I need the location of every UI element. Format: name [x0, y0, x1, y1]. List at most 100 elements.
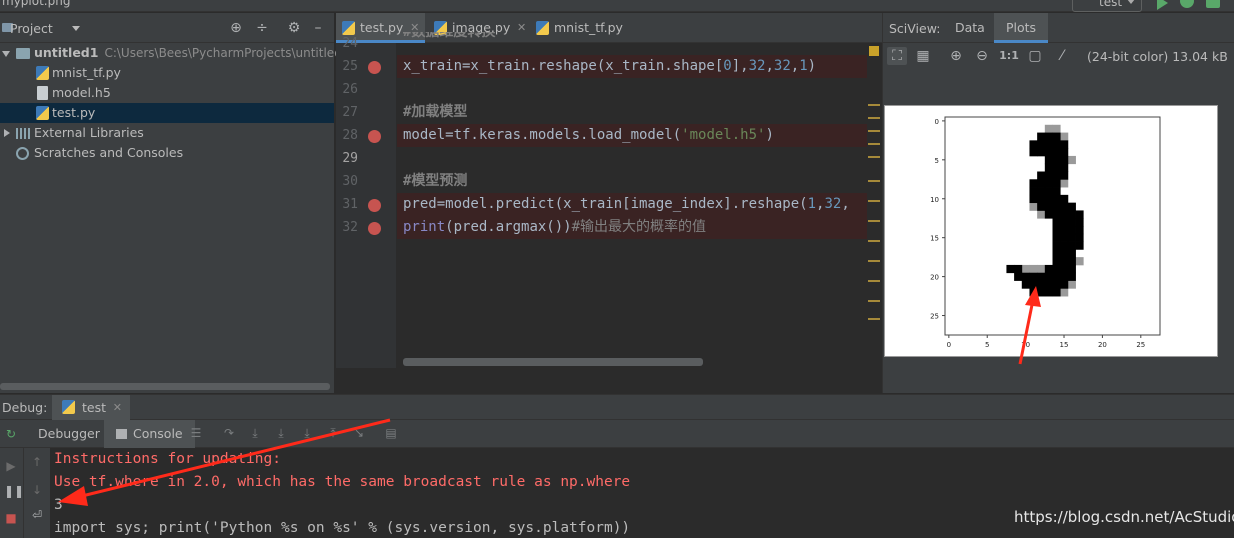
project-horizontal-scrollbar[interactable] [0, 383, 330, 390]
marker-stripe[interactable] [868, 240, 880, 242]
line-number: 26 [342, 82, 358, 97]
code-text: pred=model.predict(x_train[image_index].… [403, 196, 850, 212]
breakpoint-icon[interactable] [368, 199, 381, 212]
tree-item-label: External Libraries [34, 125, 144, 140]
close-icon[interactable]: ✕ [113, 395, 122, 421]
tree-item-test-py[interactable]: test.py [0, 103, 334, 123]
step-into-my-code-icon[interactable]: ⤓ [274, 426, 288, 440]
tree-item-label: model.h5 [52, 85, 111, 100]
expand-arrow-icon[interactable] [4, 129, 10, 137]
chevron-down-icon [1127, 0, 1135, 4]
color-picker-icon[interactable]: ⁄ [1052, 47, 1072, 65]
marker-stripe[interactable] [868, 200, 880, 202]
run-to-cursor-icon[interactable]: ↘ [352, 426, 366, 440]
pause-icon[interactable]: ❚❚ [4, 484, 24, 498]
coverage-icon[interactable] [1206, 0, 1220, 8]
tree-item-untitled1[interactable]: untitled1 C:\Users\Bees\PycharmProjects\u… [0, 43, 349, 63]
chevron-down-icon[interactable] [72, 26, 80, 31]
hide-icon[interactable]: – [310, 20, 326, 36]
run-icon[interactable] [1157, 0, 1168, 10]
tree-item-label: Scratches and Consoles [34, 145, 184, 160]
grid-icon[interactable]: ▦ [913, 47, 933, 65]
breakpoint-icon[interactable] [368, 222, 381, 235]
layout-icon[interactable]: ☰ [189, 426, 203, 440]
y-tick-label: 25 [930, 313, 939, 321]
digit-plot: 0 5 10 15 20 25 0 5 10 15 20 25 [930, 116, 1161, 349]
tree-item-label: mnist_tf.py [52, 65, 121, 80]
tree-item-external-libraries[interactable]: External Libraries [0, 123, 334, 143]
up-arrow-icon[interactable]: ↑ [30, 455, 44, 469]
breakpoint-icon[interactable] [368, 130, 381, 143]
tab-label: Plots [1006, 20, 1037, 35]
background-icon[interactable]: ▢ [1025, 47, 1045, 65]
plot-image[interactable]: 0 5 10 15 20 25 0 5 10 15 20 25 [884, 105, 1218, 357]
collapse-all-icon[interactable]: ÷ [254, 20, 270, 36]
y-tick-label: 20 [930, 274, 939, 282]
stop-icon[interactable]: ■ [4, 511, 18, 525]
step-out-icon[interactable]: ⤒ [326, 426, 340, 440]
tab-data[interactable]: Data [943, 13, 997, 43]
marker-stripe[interactable] [868, 104, 880, 106]
breakpoint-icon[interactable] [368, 61, 381, 74]
marker-stripe[interactable] [868, 280, 880, 282]
editor-bottom-area [334, 368, 882, 393]
project-panel-header: Project ⊕ ÷ ⚙ – [0, 13, 334, 43]
step-into-icon[interactable]: ⤓ [248, 426, 262, 440]
debug-tool-window-bar: Debug: test ✕ [0, 394, 1234, 421]
line-number: 24 [342, 36, 358, 51]
down-arrow-icon[interactable]: ↓ [30, 483, 44, 497]
project-view-selector[interactable]: Project [10, 21, 53, 36]
zoom-in-icon[interactable]: ⊕ [946, 47, 966, 65]
marker-stripe[interactable] [868, 260, 880, 262]
marker-stripe[interactable] [868, 143, 880, 145]
code-line: #加载模型 [397, 101, 867, 124]
editor-horizontal-scrollbar[interactable] [403, 358, 703, 366]
zoom-out-icon[interactable]: ⊖ [972, 47, 992, 65]
python-file-icon [62, 400, 75, 414]
force-step-into-icon[interactable]: ⤓ [300, 426, 314, 440]
console-line: Instructions for updating: [54, 451, 281, 467]
locate-icon[interactable]: ⊕ [228, 20, 244, 36]
marker-stripe[interactable] [868, 117, 880, 119]
code-line: model=tf.keras.models.load_model('model.… [397, 124, 867, 147]
marker-stripe[interactable] [868, 318, 880, 320]
marker-stripe[interactable] [868, 180, 880, 182]
tab-debugger[interactable]: Debugger [26, 420, 112, 448]
marker-stripe[interactable] [868, 156, 880, 158]
line-number: 30 [342, 174, 358, 189]
fit-icon[interactable]: ⛶ [887, 47, 907, 65]
console-line: 3 [54, 497, 63, 513]
sciview-tab-bar: SciView: Data Plots [883, 13, 1234, 43]
y-tick-label: 10 [930, 196, 939, 204]
tab-plots[interactable]: Plots [994, 13, 1049, 43]
tab-console[interactable]: Console [104, 420, 195, 448]
code-text: model=tf.keras.models.load_model('model.… [403, 127, 774, 143]
soft-wrap-icon[interactable]: ⏎ [30, 508, 44, 522]
gear-icon[interactable]: ⚙ [286, 20, 302, 36]
actual-size-button[interactable]: 1:1 [999, 47, 1019, 65]
line-number: 27 [342, 105, 358, 120]
expand-arrow-icon[interactable] [2, 51, 10, 57]
file-icon [37, 86, 48, 100]
code-comment: #模型预测 [403, 173, 468, 189]
code-text: print(pred.argmax())#输出最大的概率的值 [403, 219, 707, 235]
console-line: import sys; print('Python %s on %s' % (s… [54, 520, 631, 536]
run-config-dropdown[interactable]: test [1072, 0, 1142, 12]
tree-item-mnist-tf-py[interactable]: mnist_tf.py [0, 63, 334, 83]
marker-stripe[interactable] [868, 130, 880, 132]
code-line: #模型预测 [397, 170, 867, 193]
warning-icon[interactable] [869, 46, 879, 56]
resume-icon[interactable]: ▶ [4, 459, 18, 473]
step-over-icon[interactable]: ↷ [222, 426, 236, 440]
rerun-icon[interactable]: ↻ [4, 427, 18, 441]
line-number: 32 [342, 220, 358, 235]
tree-item-model-h5[interactable]: model.h5 [0, 83, 334, 103]
code-line: x_train=x_train.reshape(x_train.shape[0]… [397, 55, 867, 78]
marker-stripe[interactable] [868, 220, 880, 222]
evaluate-icon[interactable]: ▤ [384, 426, 398, 440]
marker-stripe[interactable] [868, 300, 880, 302]
tree-item-scratches[interactable]: Scratches and Consoles [0, 143, 334, 163]
tab-debug-test[interactable]: test ✕ [52, 395, 131, 421]
debug-toolbar: Debugger Console [0, 420, 1234, 448]
